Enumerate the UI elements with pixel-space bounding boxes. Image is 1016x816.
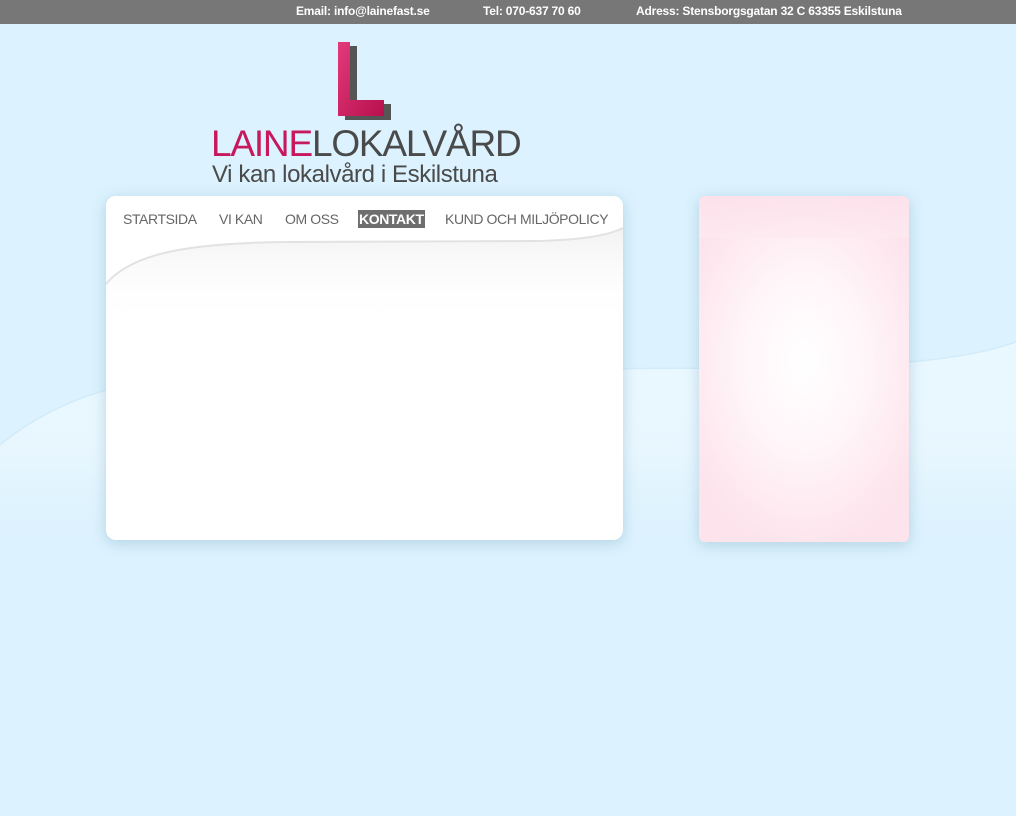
top-info-bar: Email: info@lainefast.se Tel: 070-637 70… [0, 0, 1016, 24]
header-email[interactable]: Email: info@lainefast.se [296, 4, 430, 18]
main-navigation: STARTSIDA VI KAN OM OSS KONTAKT KUND OCH… [106, 210, 623, 230]
site-logo[interactable]: LAINELOKALVÅRD Vi kan lokalvård i Eskils… [210, 40, 522, 190]
logo-word-lokalvard: LOKALVÅRD [311, 123, 522, 164]
logo-word-laine: LAINE [211, 123, 313, 164]
logo-wordmark: LAINELOKALVÅRD [211, 123, 522, 164]
sidebar-panel-header [699, 196, 909, 238]
nav-item-kund-och-miljopolicy[interactable]: KUND OCH MILJÖPOLICY [444, 210, 609, 228]
logo-l-icon [338, 42, 391, 120]
nav-item-vi-kan[interactable]: VI KAN [218, 210, 264, 228]
logo-tagline: Vi kan lokalvård i Eskilstuna [212, 161, 498, 188]
header-address: Adress: Stensborgsgatan 32 C 63355 Eskil… [636, 4, 902, 18]
main-content-panel: STARTSIDA VI KAN OM OSS KONTAKT KUND OCH… [106, 196, 623, 540]
nav-item-om-oss[interactable]: OM OSS [284, 210, 340, 228]
nav-item-kontakt[interactable]: KONTAKT [358, 210, 425, 228]
sidebar-panel [699, 196, 909, 542]
header-phone[interactable]: Tel: 070-637 70 60 [483, 4, 581, 18]
nav-item-startsida[interactable]: STARTSIDA [122, 210, 198, 228]
